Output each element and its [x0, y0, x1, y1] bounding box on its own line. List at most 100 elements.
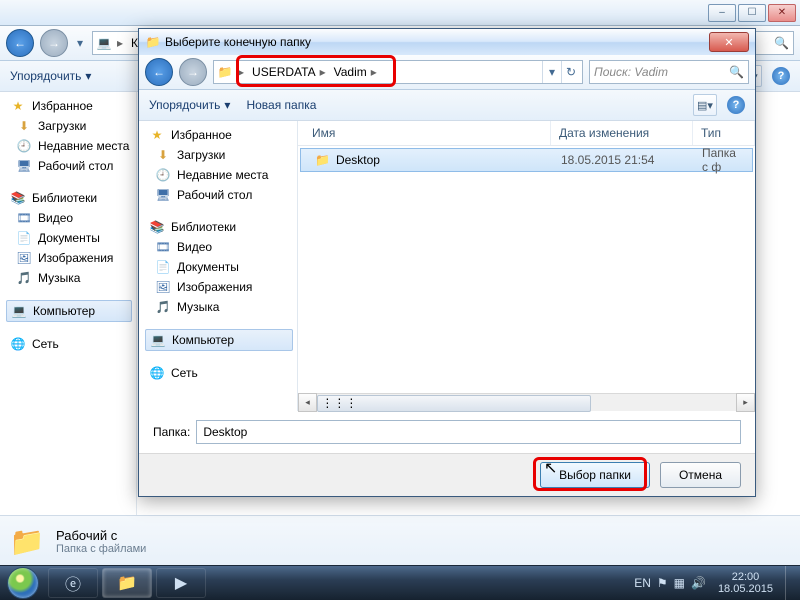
star-icon: ★ [149, 127, 165, 143]
history-dropdown[interactable]: ▾ [74, 31, 86, 55]
sidebar-computer[interactable]: 💻Компьютер [6, 300, 132, 322]
item-name: Desktop [336, 153, 380, 167]
folder-name-input[interactable] [196, 420, 741, 444]
lang-indicator[interactable]: EN [634, 576, 651, 590]
sidebar-network[interactable]: 🌐Сеть [6, 334, 132, 354]
sidebar-videos[interactable]: 🎞Видео [145, 237, 293, 257]
image-icon: 🖼 [16, 250, 32, 266]
main-window-titlebar: – ☐ ✕ [0, 0, 800, 26]
dialog-sidebar: ★Избранное ⬇Загрузки 🕘Недавние места 🖥Ра… [139, 121, 298, 411]
download-icon: ⬇ [16, 118, 32, 134]
clock-icon: 🕘 [155, 167, 171, 183]
system-tray[interactable]: EN ⚑ ▦ 🔊 22:00 18.05.2015 [634, 566, 800, 600]
column-headers[interactable]: Имя Дата изменения Тип [298, 121, 755, 146]
dialog-forward-button[interactable]: → [179, 58, 207, 86]
document-icon: 📄 [155, 259, 171, 275]
col-date[interactable]: Дата изменения [551, 121, 693, 145]
sidebar-network[interactable]: 🌐Сеть [145, 363, 293, 383]
dialog-back-button[interactable]: ← [145, 58, 173, 86]
col-type[interactable]: Тип [693, 121, 755, 145]
organize-menu[interactable]: Упорядочить▾ [10, 69, 91, 83]
breadcrumb-seg[interactable]: Vadim▸ [330, 61, 381, 83]
help-button[interactable]: ? [772, 67, 790, 85]
clock-icon: 🕘 [16, 138, 32, 154]
video-icon: 🎞 [155, 239, 171, 255]
sidebar-recent[interactable]: 🕘Недавние места [145, 165, 293, 185]
sidebar-libraries[interactable]: 📚Библиотеки [6, 188, 132, 208]
col-name[interactable]: Имя [304, 121, 551, 145]
scroll-right[interactable]: ▸ [736, 393, 755, 412]
tray-network-icon[interactable]: ▦ [674, 576, 685, 590]
select-folder-button[interactable]: Выбор папки [540, 462, 650, 488]
dialog-buttons: Выбор папки Отмена [139, 453, 755, 496]
taskbar-explorer[interactable]: 📁 [102, 568, 152, 598]
desktop-icon: 🖥 [16, 158, 32, 174]
document-icon: 📄 [16, 230, 32, 246]
sidebar-favorites[interactable]: ★Избранное [145, 125, 293, 145]
dialog-search[interactable]: Поиск: Vadim 🔍 [589, 60, 749, 84]
taskbar-wmp[interactable]: ▶ [156, 568, 206, 598]
new-folder-button[interactable]: Новая папка [246, 98, 316, 112]
taskbar-ie[interactable]: ⓔ [48, 568, 98, 598]
dialog-navbar: ← → 📁 ▸ USERDATA▸ Vadim▸ ▾↻ Поиск: Vadim… [139, 55, 755, 90]
sidebar-libraries[interactable]: 📚Библиотеки [145, 217, 293, 237]
folder-picker-dialog: 📁 Выберите конечную папку ✕ ← → 📁 ▸ USER… [138, 28, 756, 497]
horizontal-scrollbar[interactable]: ◂ ⋮⋮⋮ ▸ [298, 393, 755, 411]
sidebar-computer[interactable]: 💻Компьютер [145, 329, 293, 351]
image-icon: 🖼 [155, 279, 171, 295]
close-button[interactable]: ✕ [768, 4, 796, 22]
sidebar-music[interactable]: 🎵Музыка [145, 297, 293, 317]
video-icon: 🎞 [16, 210, 32, 226]
sidebar-favorites[interactable]: ★Избранное [6, 96, 132, 116]
folder-label: Папка: [153, 425, 190, 439]
computer-icon: 💻 [95, 34, 113, 52]
sidebar-pictures[interactable]: 🖼Изображения [145, 277, 293, 297]
music-icon: 🎵 [155, 299, 171, 315]
library-icon: 📚 [10, 190, 26, 206]
show-desktop-button[interactable] [785, 566, 796, 600]
sidebar-documents[interactable]: 📄Документы [145, 257, 293, 277]
sidebar-downloads[interactable]: ⬇Загрузки [145, 145, 293, 165]
forward-button[interactable]: → [40, 29, 68, 57]
list-item[interactable]: 📁Desktop 18.05.2015 21:54 Папка с ф [300, 148, 753, 172]
tray-volume-icon[interactable]: 🔊 [691, 576, 706, 590]
sidebar-documents[interactable]: 📄Документы [6, 228, 132, 248]
maximize-button[interactable]: ☐ [738, 4, 766, 22]
sidebar-pictures[interactable]: 🖼Изображения [6, 248, 132, 268]
folder-icon: 📁 [216, 63, 234, 81]
back-button[interactable]: ← [6, 29, 34, 57]
folder-icon: 📁 [315, 153, 330, 167]
music-icon: 🎵 [16, 270, 32, 286]
clock-date: 18.05.2015 [718, 583, 773, 595]
dialog-toolbar: Упорядочить▾ Новая папка ▤▾ ? [139, 90, 755, 121]
main-sidebar: ★Избранное ⬇Загрузки 🕘Недавние места 🖥Ра… [0, 92, 137, 516]
organize-menu[interactable]: Упорядочить▾ [149, 98, 230, 112]
sidebar-desktop[interactable]: 🖥Рабочий стол [145, 185, 293, 205]
dialog-titlebar[interactable]: 📁 Выберите конечную папку ✕ [139, 29, 755, 55]
details-pane: 📁 Рабочий с Папка с файлами [0, 515, 800, 566]
dialog-breadcrumb[interactable]: 📁 ▸ USERDATA▸ Vadim▸ ▾↻ [213, 60, 583, 84]
view-options[interactable]: ▤▾ [693, 94, 717, 116]
minimize-button[interactable]: – [708, 4, 736, 22]
sidebar-downloads[interactable]: ⬇Загрузки [6, 116, 132, 136]
dialog-close-button[interactable]: ✕ [709, 32, 749, 52]
scroll-left[interactable]: ◂ [298, 393, 317, 412]
start-button[interactable] [0, 566, 46, 600]
refresh-button[interactable]: ↻ [561, 61, 580, 83]
help-button[interactable]: ? [727, 96, 745, 114]
star-icon: ★ [10, 98, 26, 114]
sidebar-recent[interactable]: 🕘Недавние места [6, 136, 132, 156]
desktop-icon: 🖥 [155, 187, 171, 203]
taskbar-clock[interactable]: 22:00 18.05.2015 [712, 571, 779, 595]
sidebar-videos[interactable]: 🎞Видео [6, 208, 132, 228]
sidebar-music[interactable]: 🎵Музыка [6, 268, 132, 288]
folder-icon: 📁 [145, 34, 161, 50]
breadcrumb-seg[interactable]: USERDATA▸ [248, 61, 330, 83]
cancel-button[interactable]: Отмена [660, 462, 741, 488]
breadcrumb-dropdown[interactable]: ▾ [542, 61, 561, 83]
sidebar-desktop[interactable]: 🖥Рабочий стол [6, 156, 132, 176]
tray-flag-icon[interactable]: ⚑ [657, 576, 668, 590]
search-hint: Поиск: Vadim [594, 65, 668, 79]
taskbar[interactable]: ⓔ 📁 ▶ EN ⚑ ▦ 🔊 22:00 18.05.2015 [0, 565, 800, 600]
scroll-thumb[interactable]: ⋮⋮⋮ [317, 395, 591, 412]
